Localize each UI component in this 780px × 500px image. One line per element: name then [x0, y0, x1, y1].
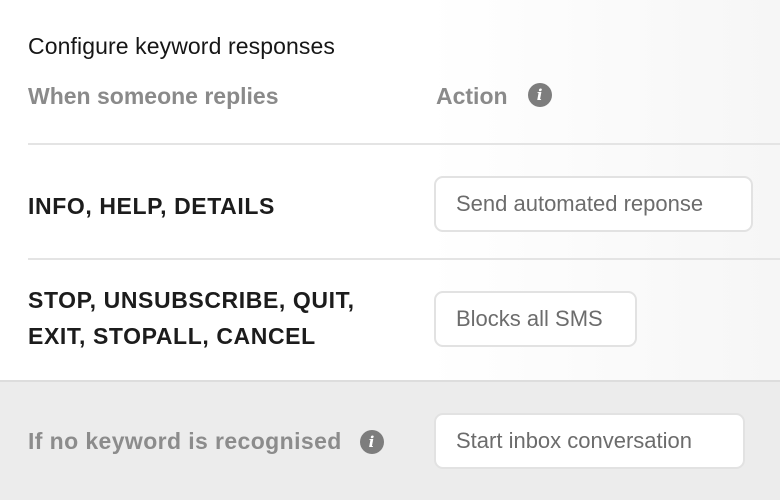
- column-header-when-someone-replies: When someone replies: [28, 83, 279, 109]
- keyword-list-line: STOP, UNSUBSCRIBE, QUIT,: [28, 287, 355, 313]
- fallback-label: If no keyword is recognised i: [28, 428, 384, 455]
- keyword-responses-panel: Configure keyword responses When someone…: [0, 0, 780, 500]
- start-inbox-conversation-button[interactable]: Start inbox conversation: [434, 413, 745, 469]
- keyword-list-line: INFO, HELP, DETAILS: [28, 193, 275, 219]
- column-header-action: Action i: [436, 82, 552, 110]
- keyword-list-line: EXIT, STOPALL, CANCEL: [28, 323, 316, 349]
- column-header-action-label: Action: [436, 83, 508, 109]
- fallback-label-text: If no keyword is recognised: [28, 428, 342, 454]
- fallback-row: If no keyword is recognised i Start inbo…: [0, 380, 780, 500]
- keyword-list-stop: STOP, UNSUBSCRIBE, QUIT, EXIT, STOPALL, …: [28, 282, 355, 354]
- keyword-list-info: INFO, HELP, DETAILS: [28, 188, 275, 224]
- row-divider: [28, 258, 780, 260]
- info-icon[interactable]: i: [527, 82, 552, 107]
- row-divider: [28, 143, 780, 145]
- send-automated-response-button[interactable]: Send automated reponse: [434, 176, 753, 232]
- page-title: Configure keyword responses: [28, 33, 335, 59]
- blocks-all-sms-button[interactable]: Blocks all SMS: [434, 291, 637, 347]
- info-icon[interactable]: i: [359, 429, 384, 454]
